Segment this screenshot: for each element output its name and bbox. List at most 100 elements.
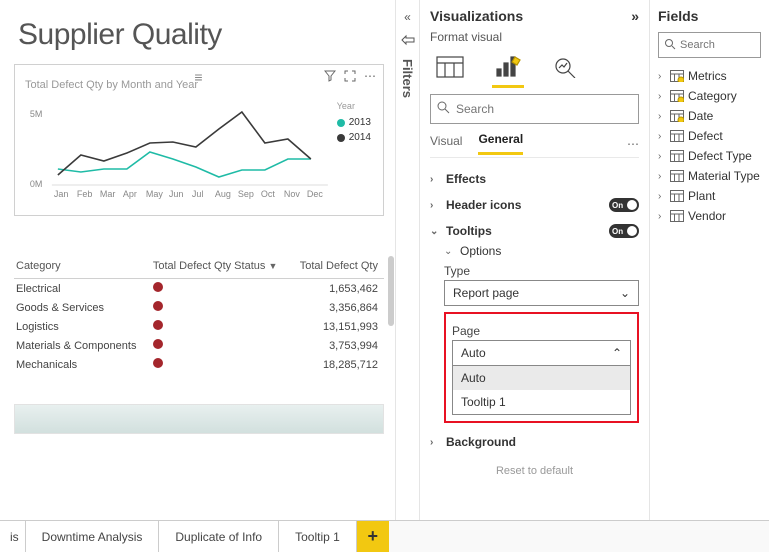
- field-table-name: Material Type: [688, 169, 760, 183]
- chevron-right-icon: ›: [658, 211, 666, 222]
- section-background[interactable]: ›Background: [430, 435, 639, 449]
- fields-panel-title: Fields: [658, 8, 698, 24]
- page-tab-bar: is Downtime Analysis Duplicate of Info T…: [0, 520, 769, 552]
- table-row[interactable]: Goods & Services3,356,864: [14, 298, 384, 317]
- build-visual-icon[interactable]: [432, 52, 468, 82]
- table-icon: [670, 70, 684, 82]
- field-table[interactable]: › Defect Type: [658, 146, 761, 166]
- filters-label: Filters: [400, 59, 415, 98]
- field-table[interactable]: ›Plant: [658, 186, 761, 206]
- chevron-right-icon: ›: [658, 111, 666, 122]
- section-tooltips[interactable]: ⌄Tooltips On: [430, 224, 639, 238]
- field-table-name: Vendor: [688, 209, 726, 223]
- format-visual-icon[interactable]: [490, 52, 526, 82]
- status-dot-icon: [153, 339, 163, 349]
- table-row[interactable]: Electrical1,653,462: [14, 279, 384, 299]
- field-table-name: Defect: [688, 129, 723, 143]
- fields-search-input[interactable]: [680, 39, 755, 51]
- collapse-icon[interactable]: «: [404, 10, 411, 24]
- focus-mode-icon[interactable]: [343, 69, 357, 83]
- dropdown-option[interactable]: Auto: [453, 366, 630, 390]
- chevron-right-icon: ›: [658, 131, 666, 142]
- svg-text:Oct: Oct: [261, 189, 276, 199]
- table-icon: [670, 130, 684, 142]
- viz-panel-title: Visualizations: [430, 8, 523, 24]
- page-dropdown[interactable]: Auto⌃: [452, 340, 631, 366]
- svg-text:Feb: Feb: [77, 189, 93, 199]
- tab-visual[interactable]: Visual: [430, 134, 462, 154]
- fields-panel: Fields ›Metrics›Category›Date›Defect›Def…: [649, 0, 769, 520]
- chevron-right-icon: ›: [430, 437, 440, 448]
- map-visual[interactable]: [14, 404, 384, 434]
- status-dot-icon: [153, 320, 163, 330]
- table-row[interactable]: Logistics13,151,993: [14, 317, 384, 336]
- section-header-icons[interactable]: ›Header icons On: [430, 198, 639, 212]
- svg-text:5M: 5M: [30, 109, 43, 119]
- status-dot-icon: [153, 282, 163, 292]
- field-table[interactable]: › Vendor: [658, 206, 761, 226]
- page-label: Page: [452, 324, 631, 338]
- svg-text:May: May: [146, 189, 164, 199]
- line-chart-visual[interactable]: ≡ ⋯ Total Defect Qty by Month and Year 5…: [14, 64, 384, 216]
- filters-pane-collapsed[interactable]: « Filters: [395, 0, 419, 520]
- page-title: Supplier Quality: [18, 18, 385, 52]
- chevron-right-icon: ›: [658, 71, 666, 82]
- more-options-icon[interactable]: ⋯: [363, 69, 377, 83]
- type-label: Type: [444, 264, 639, 278]
- expand-icon[interactable]: »: [631, 8, 639, 24]
- table-icon: [670, 150, 684, 162]
- tab-general[interactable]: General: [478, 132, 523, 155]
- field-table[interactable]: › Defect: [658, 126, 761, 146]
- page-tab[interactable]: Tooltip 1: [279, 521, 357, 552]
- chevron-up-icon: ⌃: [612, 346, 622, 360]
- chevron-down-icon: ⌄: [620, 286, 630, 300]
- field-table-name: Defect Type: [688, 149, 752, 163]
- table-row[interactable]: Materials & Components3,753,994: [14, 336, 384, 355]
- header-icons-toggle[interactable]: On: [609, 198, 639, 212]
- svg-text:Jun: Jun: [169, 189, 184, 199]
- table-icon: [670, 170, 684, 182]
- table-row[interactable]: Mechanicals18,285,712: [14, 355, 384, 374]
- format-search-input[interactable]: [456, 102, 632, 116]
- dropdown-option[interactable]: Tooltip 1: [453, 390, 630, 414]
- field-table-name: Category: [688, 89, 737, 103]
- chevron-right-icon: ›: [658, 151, 666, 162]
- tooltips-toggle[interactable]: On: [609, 224, 639, 238]
- field-table-name: Metrics: [688, 69, 727, 83]
- svg-text:Sep: Sep: [238, 189, 254, 199]
- svg-text:Jan: Jan: [54, 189, 69, 199]
- field-table[interactable]: ›Category: [658, 86, 761, 106]
- chevron-right-icon: ›: [430, 200, 440, 211]
- page-tab[interactable]: Downtime Analysis: [26, 521, 160, 552]
- filter-icon[interactable]: [323, 69, 337, 83]
- field-table[interactable]: ›Date: [658, 106, 761, 126]
- show-pane-icon[interactable]: [401, 34, 415, 49]
- svg-text:Jul: Jul: [192, 189, 204, 199]
- section-effects[interactable]: ›Effects: [430, 172, 639, 186]
- reset-to-default[interactable]: Reset to default: [430, 465, 639, 477]
- chevron-down-icon: ⌄: [444, 246, 454, 257]
- col-qty[interactable]: Total Defect Qty: [292, 256, 384, 279]
- col-status[interactable]: Total Defect Qty Status ▼: [151, 256, 292, 279]
- svg-text:Apr: Apr: [123, 189, 137, 199]
- add-page-button[interactable]: +: [357, 521, 389, 552]
- chevron-right-icon: ›: [658, 191, 666, 202]
- field-table[interactable]: ›Material Type: [658, 166, 761, 186]
- type-dropdown[interactable]: Report page⌄: [444, 280, 639, 306]
- page-tab[interactable]: is: [0, 521, 26, 552]
- section-options[interactable]: ⌄Options: [444, 244, 639, 258]
- drag-handle-icon[interactable]: ≡: [194, 69, 203, 85]
- col-category[interactable]: Category: [14, 256, 151, 279]
- field-table[interactable]: › Metrics: [658, 66, 761, 86]
- svg-text:Dec: Dec: [307, 189, 324, 199]
- viz-panel-subtitle: Format visual: [430, 30, 639, 44]
- analytics-icon[interactable]: [548, 52, 584, 82]
- fields-search[interactable]: [658, 32, 761, 58]
- scrollbar[interactable]: [388, 256, 394, 326]
- category-table[interactable]: Category Total Defect Qty Status ▼ Total…: [14, 256, 384, 374]
- format-search[interactable]: [430, 94, 639, 124]
- more-icon[interactable]: ⋯: [627, 137, 639, 151]
- status-dot-icon: [153, 301, 163, 311]
- page-tab[interactable]: Duplicate of Info: [159, 521, 279, 552]
- report-canvas: Supplier Quality ≡ ⋯ Total Defect Qty by…: [0, 0, 395, 520]
